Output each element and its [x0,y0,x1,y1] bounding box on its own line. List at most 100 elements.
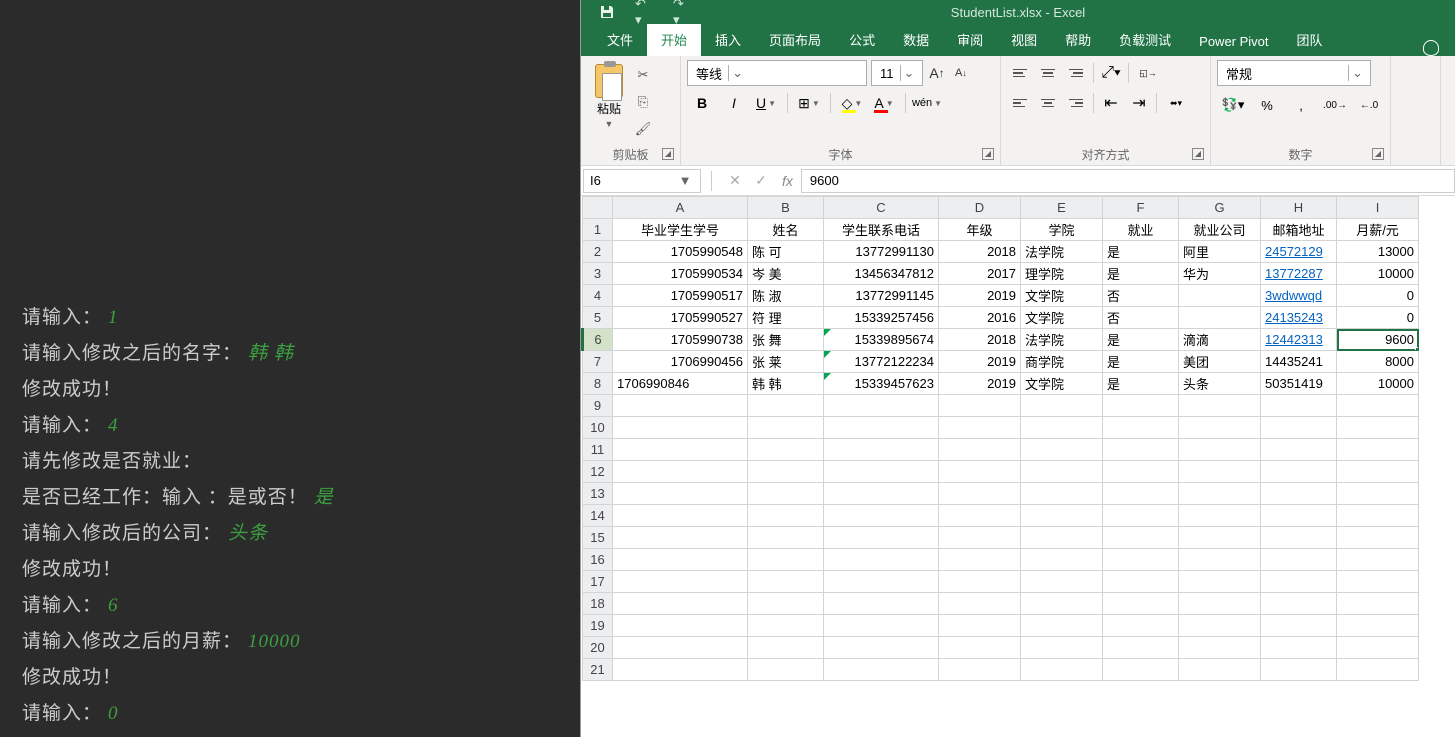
cell[interactable] [824,659,939,681]
cell[interactable] [939,615,1021,637]
select-all-corner[interactable] [583,197,613,219]
row-header[interactable]: 10 [583,417,613,439]
cell[interactable] [824,461,939,483]
cell[interactable] [1261,461,1337,483]
cell[interactable] [1261,615,1337,637]
redo-icon[interactable]: ↷ ▾ [673,3,693,21]
accounting-format-button[interactable]: 💱▾ [1217,92,1249,118]
cell[interactable]: 0 [1337,307,1419,329]
cell[interactable]: 文学院 [1021,285,1103,307]
cell[interactable]: 华为 [1179,263,1261,285]
row-header[interactable]: 5 [583,307,613,329]
cell[interactable] [824,571,939,593]
row-header[interactable]: 4 [583,285,613,307]
cell[interactable] [1103,483,1179,505]
cell[interactable]: 张 舞 [748,329,824,351]
align-top-button[interactable] [1007,60,1033,86]
cell[interactable] [1103,395,1179,417]
cell[interactable] [1261,637,1337,659]
cell[interactable] [824,439,939,461]
header-cell[interactable]: 月薪/元 [1337,219,1419,241]
cell[interactable]: 13772122234 [824,351,939,373]
tab-powerpivot[interactable]: Power Pivot [1185,27,1282,56]
increase-indent-button[interactable]: ⇥ [1126,90,1152,116]
decrease-decimal-button[interactable]: ←.0 [1353,92,1385,118]
cell[interactable] [824,395,939,417]
header-cell[interactable]: 学院 [1021,219,1103,241]
cell[interactable]: 13000 [1337,241,1419,263]
cell[interactable] [939,483,1021,505]
cell[interactable] [1179,461,1261,483]
cell[interactable] [939,659,1021,681]
cell[interactable] [613,549,748,571]
cell[interactable]: 2016 [939,307,1021,329]
cell[interactable] [1103,461,1179,483]
cell[interactable] [1103,571,1179,593]
cell[interactable] [824,505,939,527]
cell[interactable]: 2017 [939,263,1021,285]
row-header[interactable]: 6 [583,329,613,351]
cell[interactable]: 2018 [939,329,1021,351]
decrease-indent-button[interactable]: ⇤ [1098,90,1124,116]
paste-button[interactable]: 粘贴 ▼ [587,60,631,129]
cell[interactable] [748,505,824,527]
cell[interactable]: 1706990846 [613,373,748,395]
column-header-H[interactable]: H [1261,197,1337,219]
cell[interactable]: 陈 淑 [748,285,824,307]
cell[interactable] [748,395,824,417]
tab-review[interactable]: 审阅 [943,23,997,56]
tab-insert[interactable]: 插入 [701,23,755,56]
copy-icon[interactable]: ⎘ [633,93,653,111]
cell[interactable]: 2019 [939,373,1021,395]
cell[interactable] [939,637,1021,659]
cell[interactable] [1103,505,1179,527]
cell[interactable] [1337,395,1419,417]
cell[interactable] [824,549,939,571]
cell[interactable] [1261,483,1337,505]
cell[interactable] [613,395,748,417]
cell[interactable]: 符 理 [748,307,824,329]
cell[interactable] [1103,637,1179,659]
cell[interactable] [1021,505,1103,527]
cell[interactable] [613,505,748,527]
cell[interactable] [748,593,824,615]
cell[interactable]: 1705990534 [613,263,748,285]
cell[interactable] [748,571,824,593]
percent-button[interactable]: % [1251,92,1283,118]
fx-icon[interactable]: fx [782,173,793,189]
merge-center-button[interactable]: ⬌▾ [1161,90,1191,116]
cell[interactable] [1179,593,1261,615]
cell[interactable] [824,615,939,637]
cell[interactable] [1337,549,1419,571]
header-cell[interactable]: 邮箱地址 [1261,219,1337,241]
cell[interactable] [939,417,1021,439]
cell[interactable]: 1705990527 [613,307,748,329]
cell[interactable] [1179,637,1261,659]
row-header[interactable]: 16 [583,549,613,571]
cell[interactable] [1337,659,1419,681]
align-center-button[interactable] [1035,90,1061,116]
undo-icon[interactable]: ↶ ▾ [635,3,655,21]
cell[interactable]: 1705990517 [613,285,748,307]
cell[interactable] [939,395,1021,417]
font-color-button[interactable]: A▼ [869,90,899,116]
cell[interactable] [1179,483,1261,505]
cell[interactable]: 15339457623 [824,373,939,395]
tell-me-icon[interactable] [1415,40,1447,56]
border-button[interactable]: ⊞▼ [794,90,824,116]
cell[interactable]: 是 [1103,329,1179,351]
cell[interactable]: 商学院 [1021,351,1103,373]
cell[interactable]: 文学院 [1021,307,1103,329]
cell[interactable] [939,571,1021,593]
header-cell[interactable]: 毕业学生学号 [613,219,748,241]
cell[interactable] [1337,417,1419,439]
align-right-button[interactable] [1063,90,1089,116]
cell[interactable] [613,417,748,439]
cell[interactable] [1021,417,1103,439]
cell[interactable] [939,549,1021,571]
header-cell[interactable]: 年级 [939,219,1021,241]
cell[interactable]: 韩 韩 [748,373,824,395]
cell[interactable] [939,593,1021,615]
cell[interactable]: 3wdwwqd [1261,285,1337,307]
column-header-I[interactable]: I [1337,197,1419,219]
